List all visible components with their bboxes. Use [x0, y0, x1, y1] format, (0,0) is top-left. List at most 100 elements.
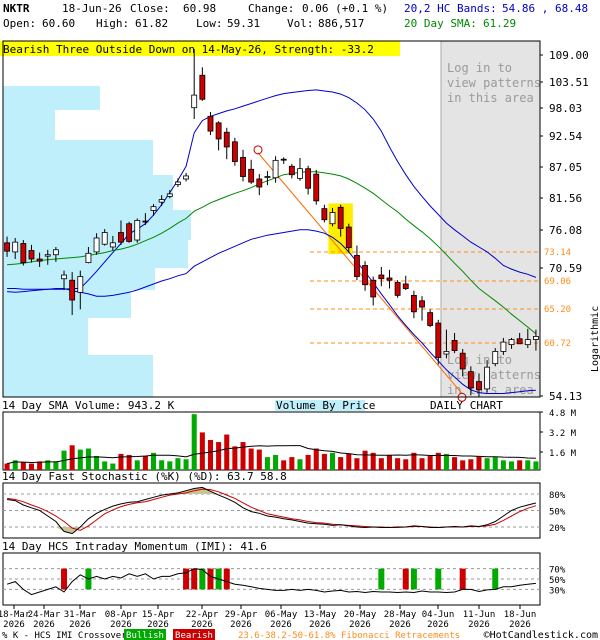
open-value: 60.60 — [42, 17, 76, 30]
close-label: Close: — [130, 2, 170, 15]
vbp-bar-9 — [3, 355, 153, 397]
candle-body-15-Apr — [166, 193, 173, 197]
volume-bar-03-Jun — [443, 453, 449, 470]
volume-bar-29-Apr — [248, 448, 254, 470]
price-tick-7: 70.59 — [549, 262, 582, 275]
volume-bar-21-Apr — [199, 432, 205, 470]
volume-bar-23-Apr — [216, 442, 222, 470]
candle-body-27-Apr — [231, 141, 238, 162]
x-label-date-0: 18-Mar — [0, 610, 31, 620]
candle-body-31-Mar — [77, 276, 84, 293]
candle-body-03-Apr — [101, 232, 108, 245]
hc-bands-value: 54.86 , 68.48 — [502, 2, 589, 15]
volume-bar-11-May — [313, 448, 319, 470]
volume-bar-12-Jun — [500, 460, 506, 470]
footer-bearish: Bearish — [175, 631, 213, 640]
vbp-bar-0 — [3, 86, 100, 110]
candle-body-25-Mar — [44, 254, 51, 257]
candle-body-11-Jun — [492, 351, 499, 365]
x-label-date-11: 04-Jun — [422, 610, 455, 620]
volume-bar-07-May — [297, 459, 303, 470]
vbp-bar-1 — [3, 110, 55, 140]
footer-legend: % K - HCS IMI Crossover, — [2, 631, 132, 640]
volume-tick-0: 4.8 M — [549, 409, 577, 419]
imi-signal-bearish-0 — [61, 568, 68, 590]
imi-tick-1: 50% — [549, 576, 566, 586]
x-label-date-3: 08-Apr — [105, 610, 138, 620]
imi-signal-bullish-13 — [492, 568, 499, 590]
candle-body-11-May — [313, 173, 320, 202]
x-label-year-6: 2026 — [230, 620, 252, 630]
volume-bar-14-May — [338, 457, 344, 470]
x-label-date-1: 24-Mar — [28, 610, 61, 620]
volume-bar-19-May — [362, 450, 368, 470]
candle-body-07-Apr — [118, 232, 124, 243]
x-label-year-9: 2026 — [349, 620, 371, 630]
candle-body-28-Apr — [240, 157, 246, 177]
hc-bands-label: 20,2 HC Bands: — [404, 2, 497, 15]
candle-body-04-May — [272, 159, 279, 179]
volume-bar-12-May — [321, 453, 327, 470]
imi-signal-bullish-8 — [378, 568, 385, 590]
candle-body-19-May — [362, 265, 368, 286]
candle-body-10-Apr — [142, 220, 149, 223]
volume-bar-26-Mar — [53, 461, 59, 470]
price-tick-3: 92.54 — [549, 130, 582, 143]
candle-body-17-Apr — [183, 175, 189, 180]
price-tick-2: 98.03 — [549, 102, 582, 115]
candle-body-05-May — [280, 158, 287, 161]
candle-body-18-Mar — [4, 242, 10, 252]
candle-body-20-Apr — [191, 94, 198, 109]
stoch-d-line — [7, 488, 537, 531]
volume-tick-2: 1.6 M — [549, 449, 577, 459]
x-label-date-13: 18-Jun — [504, 610, 537, 620]
volume-bar-03-Apr — [102, 461, 108, 470]
volume-bar-01-Apr — [85, 448, 91, 470]
candle-body-28-May — [410, 294, 417, 313]
fib-trend-line — [257, 152, 463, 394]
date: 18-Jun-26 — [62, 2, 122, 15]
volume-bar-04-May — [273, 454, 279, 470]
symbol: NKTR — [3, 2, 30, 15]
volume-bar-21-May — [378, 458, 384, 470]
candle-body-05-Jun — [459, 352, 466, 370]
imi-signal-bullish-10 — [410, 568, 417, 590]
candle-body-01-May — [264, 176, 271, 178]
candle-body-16-Apr — [175, 181, 181, 185]
fib-label-2: 65.20 — [544, 305, 571, 315]
candle-body-23-Apr — [215, 122, 222, 140]
x-label-date-5: 22-Apr — [186, 610, 219, 620]
candle-body-29-Apr — [248, 168, 255, 183]
volume-bar-30-Mar — [69, 445, 75, 470]
volume-bar-28-Apr — [240, 442, 246, 470]
candle-body-21-May — [378, 274, 385, 280]
login-text-top-0: Log in to — [447, 61, 512, 75]
price-tick-1: 103.51 — [549, 76, 589, 89]
volume-bar-28-May — [411, 452, 417, 470]
candle-body-12-Jun — [500, 341, 507, 352]
footer-copyright: ©HotCandlestick.com — [484, 630, 598, 640]
low-label: Low: — [196, 17, 223, 30]
volume-tick-1: 3.2 M — [549, 429, 577, 439]
volume-bar-06-May — [289, 457, 295, 470]
imi-signal-bullish-11 — [435, 568, 442, 590]
candle-body-13-Apr — [150, 206, 157, 211]
x-label-year-7: 2026 — [270, 620, 292, 630]
volume-bar-01-Jun — [427, 456, 433, 470]
volume-bar-05-May — [281, 460, 287, 470]
daily-chart-label: DAILY CHART — [430, 399, 503, 412]
volume-bar-15-May — [346, 453, 352, 470]
sma20-label: 20 Day SMA: — [404, 17, 477, 30]
pattern-banner-text: Bearish Three Outside Down on 14-May-26,… — [3, 43, 374, 56]
candle-body-24-Mar — [36, 258, 43, 262]
imi-signal-bearish-7 — [223, 568, 230, 590]
fib-label-3: 60.72 — [544, 339, 571, 349]
candle-body-26-Mar — [52, 249, 59, 256]
candle-body-19-Mar — [12, 241, 19, 253]
change-value: 0.06 (+0.1 %) — [302, 2, 389, 15]
volume-bar-08-May — [305, 454, 311, 470]
volume-bar-13-May — [330, 452, 336, 470]
volume-bar-05-Jun — [460, 460, 466, 470]
x-label-year-2: 2026 — [69, 620, 91, 630]
vbp-bar-8 — [3, 318, 88, 355]
